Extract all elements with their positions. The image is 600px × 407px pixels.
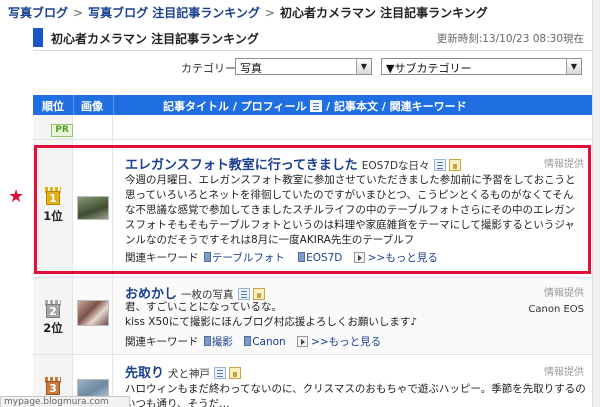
- category-select[interactable]: 写真 ▼: [235, 58, 372, 75]
- page-header: 初心者カメラマン 注目記事ランキング 更新時刻:13/10/23 08:30現在: [33, 25, 592, 51]
- breadcrumb-separator-icon: >: [73, 6, 84, 20]
- pr-badge[interactable]: PR: [51, 124, 73, 137]
- entry-body-line: kiss X50にて撮影にほんブログ村応援よろしくお願いします♪: [125, 316, 418, 328]
- status-bar-url: mypage.blogmura.com: [0, 396, 130, 407]
- entry-body-line: 君、すごいことになっているな。: [125, 301, 282, 313]
- column-divider: [113, 95, 114, 115]
- keyword-icon: [244, 336, 252, 346]
- entry-body-line: いつも通り、そうだ…: [125, 398, 230, 407]
- keyword-icon: [203, 336, 211, 346]
- breadcrumb-current: 初心者カメラマン 注目記事ランキング: [279, 6, 488, 20]
- entry-title-line: 先取り 犬と神戸: [125, 362, 242, 381]
- profile-icon[interactable]: [214, 367, 227, 379]
- breadcrumb: 写真ブログ > 写真ブログ 注目記事ランキング > 初心者カメラマン 注目記事ランキング: [8, 4, 488, 20]
- blog-name[interactable]: 犬と神戸: [168, 368, 210, 380]
- keyword-link[interactable]: 撮影: [203, 336, 233, 348]
- dropdown-arrow-icon: ▼: [356, 59, 371, 74]
- column-details-right: / 記事本文 / 関連キーワード: [326, 100, 467, 113]
- home-icon[interactable]: [229, 367, 242, 379]
- entry-body-line: ハロウィンもまだ終わってないのに、クリスマスのおもちゃで遊ぶハッピー。季節を先取…: [125, 383, 585, 395]
- related-keywords: 関連キーワード 撮影 Canon >>もっと見る: [125, 334, 381, 349]
- filter-bar: カテゴリー 写真 ▼ ▼サブカテゴリー ▼: [0, 57, 600, 77]
- keyword-link[interactable]: Canon: [244, 336, 286, 348]
- info-provider-link[interactable]: 情報提供: [544, 363, 584, 378]
- crown-icon: 3: [45, 377, 61, 395]
- column-rank: 順位: [42, 100, 64, 113]
- more-arrow-icon: [297, 336, 309, 347]
- profile-icon[interactable]: [237, 288, 250, 300]
- entry-body: ハロウィンもまだ終わってないのに、クリスマスのおもちゃで遊ぶハッピー。季節を先取…: [125, 382, 585, 407]
- rank-cell: 2 2位: [33, 278, 73, 354]
- header-accent-bar: [33, 28, 43, 47]
- breadcrumb-separator-icon: >: [264, 6, 275, 20]
- star-icon: ★: [8, 186, 25, 207]
- entry-thumbnail[interactable]: [77, 300, 109, 326]
- column-details: 記事タイトル / プロフィール / 記事本文 / 関連キーワード: [163, 98, 467, 114]
- crown-icon: 2: [45, 300, 61, 318]
- entry-title[interactable]: 先取り: [125, 366, 164, 381]
- ranking-table-header: 順位 画像 記事タイトル / プロフィール / 記事本文 / 関連キーワード: [33, 95, 592, 115]
- pr-row: PR: [33, 115, 592, 140]
- home-icon[interactable]: [252, 288, 265, 300]
- page-title: 初心者カメラマン 注目記事ランキング: [51, 32, 259, 46]
- subcategory-select[interactable]: ▼サブカテゴリー ▼: [381, 58, 582, 75]
- category-label: カテゴリー: [181, 62, 236, 75]
- more-link[interactable]: >>もっと見る: [311, 336, 381, 348]
- scrollbar[interactable]: [592, 0, 600, 407]
- entry-body: 君、すごいことになっているな。 kiss X50にて撮影にほんブログ村応援よろし…: [125, 300, 525, 330]
- update-time: 更新時刻:13/10/23 08:30現在: [436, 33, 584, 45]
- keywords-label: 関連キーワード: [125, 336, 199, 348]
- ranking-row: 2 2位 おめかし 一枚の写真 情報提供 君、すごいことになっているな。 kiss…: [33, 278, 592, 355]
- column-image: 画像: [81, 100, 103, 113]
- info-provider-link[interactable]: 情報提供: [544, 284, 584, 299]
- thumb-cell: [73, 278, 113, 354]
- breadcrumb-link-photo-ranking[interactable]: 写真ブログ 注目記事ランキング: [88, 6, 260, 20]
- column-details-left: 記事タイトル / プロフィール: [163, 100, 307, 113]
- highlight-frame: [34, 145, 591, 274]
- dropdown-arrow-icon: ▼: [566, 59, 581, 74]
- image-caption: Canon EOS: [528, 304, 584, 315]
- thumb-cell: [73, 115, 113, 139]
- profile-icon: [310, 100, 323, 112]
- rank-number: 2位: [43, 321, 63, 335]
- category-select-value: 写真: [240, 62, 262, 75]
- subcategory-select-value: ▼サブカテゴリー: [386, 62, 472, 75]
- breadcrumb-link-photo-blog[interactable]: 写真ブログ: [8, 6, 68, 20]
